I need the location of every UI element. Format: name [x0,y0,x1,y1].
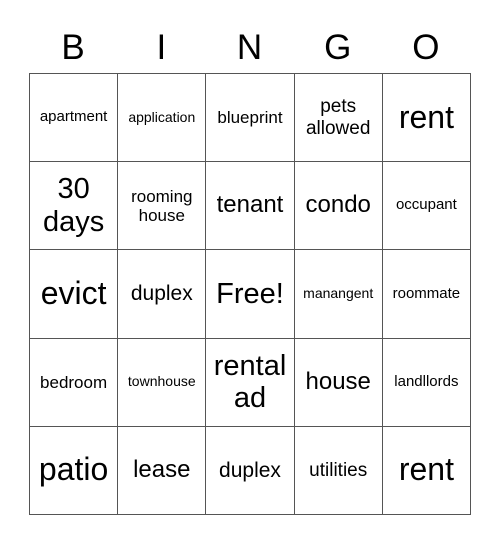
bingo-cell[interactable]: landllords [382,338,471,427]
bingo-cell[interactable]: duplex [118,250,207,339]
header-letter-b: B [61,28,85,67]
bingo-cell[interactable]: townhouse [118,338,207,427]
header-letter-o: O [412,28,440,67]
bingo-cell[interactable]: pets allowed [294,74,383,163]
bingo-cell[interactable]: application [118,74,207,163]
bingo-cell[interactable]: lease [118,426,207,515]
bingo-grid: apartment application blueprint pets all… [29,73,471,515]
header-letter-i: I [156,28,167,67]
bingo-cell[interactable]: bedroom [30,338,119,427]
bingo-cell[interactable]: rental ad [206,338,295,427]
bingo-cell[interactable]: roommate [382,250,471,339]
bingo-header: B I N G O [29,24,470,72]
bingo-cell[interactable]: patio [30,426,119,515]
header-letter-n: N [236,28,263,67]
free-space-cell[interactable]: Free! [206,250,295,339]
bingo-cell[interactable]: rooming house [118,162,207,251]
bingo-cell[interactable]: condo [294,162,383,251]
bingo-cell[interactable]: house [294,338,383,427]
header-letter-g: G [324,28,352,67]
bingo-cell[interactable]: tenant [206,162,295,251]
bingo-cell[interactable]: utilities [294,426,383,515]
bingo-cell[interactable]: evict [30,250,119,339]
bingo-cell[interactable]: blueprint [206,74,295,163]
bingo-cell[interactable]: rent [382,74,471,163]
bingo-cell[interactable]: rent [382,426,471,515]
bingo-cell[interactable]: duplex [206,426,295,515]
bingo-cell[interactable]: manangent [294,250,383,339]
bingo-cell[interactable]: apartment [30,74,119,163]
bingo-cell[interactable]: occupant [382,162,471,251]
bingo-cell[interactable]: 30 days [30,162,119,251]
